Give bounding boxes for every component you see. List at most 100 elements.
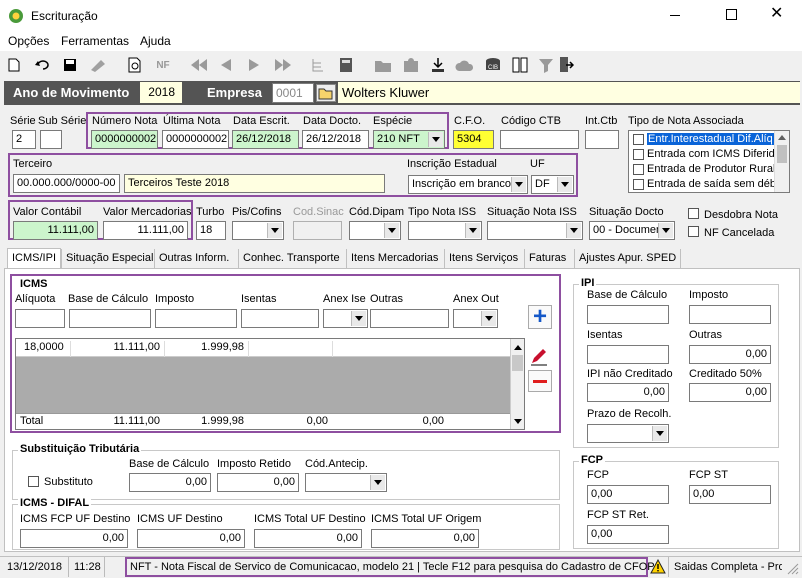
especie-select[interactable]: 210 NFT [373, 130, 445, 149]
ipi-outras-field[interactable]: 0,00 [689, 345, 771, 364]
list-item[interactable]: Entrada de saída sem débi [631, 178, 774, 192]
scrollbar[interactable] [774, 131, 789, 192]
list-item-label: Entrada de saída sem débi [647, 178, 774, 190]
tipo-iss-select[interactable] [408, 221, 482, 240]
grid-scrollbar[interactable] [510, 339, 524, 429]
scroll-down-icon[interactable] [514, 419, 522, 424]
piscofins-select[interactable] [232, 221, 284, 240]
desdobra-checkbox[interactable] [688, 208, 699, 219]
base-calculo-input[interactable] [69, 309, 151, 328]
subserie-field[interactable] [40, 130, 62, 149]
empresa-code-field[interactable]: 0001 [272, 83, 314, 103]
situacao-docto-select[interactable]: 00 - Documen [589, 221, 675, 240]
turbo-field[interactable]: 18 [196, 221, 226, 240]
icms-grid[interactable]: 18,0000 11.111,00 1.999,98 Total 11.111,… [15, 338, 525, 430]
list-item[interactable]: Entr.Interestadual Dif.Alíq [631, 133, 774, 147]
tipo-nota-list[interactable]: Entr.Interestadual Dif.Alíq Entrada com … [628, 130, 790, 193]
tab-situacao-especial[interactable]: Situação Especial [61, 249, 157, 268]
menu-opcoes[interactable]: Opções [8, 34, 49, 48]
nf-cancelada-checkbox[interactable] [688, 226, 699, 237]
checkbox[interactable] [633, 164, 644, 175]
scroll-thumb[interactable] [512, 355, 523, 371]
especie-value: 210 NFT [377, 133, 420, 145]
data-escrit-field[interactable]: 26/12/2018 [232, 130, 299, 149]
codigo-ctb-field[interactable] [500, 130, 579, 149]
maximize-button[interactable] [726, 9, 737, 20]
st-imposto-field[interactable]: 0,00 [217, 473, 299, 492]
cfo-field[interactable]: 5304 [453, 130, 494, 149]
tab-itens-mercadorias[interactable]: Itens Mercadorias [346, 249, 442, 268]
minimize-button[interactable] [670, 8, 684, 22]
substituto-checkbox[interactable] [28, 476, 39, 487]
ie-select[interactable]: Inscrição em branco [408, 175, 528, 194]
difal-total-orig-field[interactable]: 0,00 [371, 529, 479, 548]
calculator-icon[interactable] [336, 55, 356, 75]
aliquota-input[interactable] [15, 309, 65, 328]
difal-uf-dest-field[interactable]: 0,00 [137, 529, 245, 548]
scroll-up-icon[interactable] [778, 135, 786, 140]
exit-icon[interactable] [556, 55, 576, 75]
preview-icon[interactable] [126, 55, 144, 75]
list-item[interactable]: Entrada com ICMS Diferido [631, 148, 774, 162]
resize-grip-icon[interactable] [786, 562, 800, 576]
ipi-base-field[interactable] [587, 305, 669, 324]
valor-contabil-field[interactable]: 11.111,00 [13, 221, 98, 240]
st-base-field[interactable]: 0,00 [129, 473, 211, 492]
anex-ise-select[interactable] [323, 309, 368, 328]
ipi-cred50-field[interactable]: 0,00 [689, 383, 771, 402]
tab-itens-servicos[interactable]: Itens Serviços [444, 249, 522, 268]
menu-ajuda[interactable]: Ajuda [140, 34, 171, 48]
db-icon[interactable]: CIB [482, 55, 504, 75]
tab-outras-inform[interactable]: Outras Inform. [154, 249, 233, 268]
imposto-input[interactable] [155, 309, 237, 328]
st-cod-select[interactable] [305, 473, 387, 492]
scroll-thumb[interactable] [777, 145, 787, 163]
menu-ferramentas[interactable]: Ferramentas [61, 34, 129, 48]
coddipam-select[interactable] [349, 221, 401, 240]
fcp-st-ret-field[interactable]: 0,00 [587, 525, 669, 544]
fcp-st-field[interactable]: 0,00 [689, 485, 771, 504]
ipi-title: IPI [579, 277, 597, 289]
open-folder-icon[interactable] [316, 84, 336, 102]
difal-fcp-dest-field[interactable]: 0,00 [20, 529, 128, 548]
data-docto-field[interactable]: 26/12/2018 [302, 130, 369, 149]
ipi-imposto-field[interactable] [689, 305, 771, 324]
import-icon[interactable] [428, 55, 448, 75]
ano-field[interactable]: 2018 [140, 82, 182, 103]
columns-icon[interactable] [510, 55, 530, 75]
tab-ajustes-sped[interactable]: Ajustes Apur. SPED [574, 249, 682, 268]
ipi-prazo-select[interactable] [587, 424, 669, 443]
checkbox[interactable] [633, 149, 644, 160]
close-button[interactable]: ✕ [770, 6, 783, 22]
list-item[interactable]: Entrada de Produtor Rural [631, 163, 774, 177]
table-row[interactable]: 18,0000 11.111,00 1.999,98 [16, 339, 510, 357]
terceiro-cnpj-field[interactable]: 00.000.000/0000-00 [13, 174, 120, 193]
tab-faturas[interactable]: Faturas [524, 249, 570, 268]
anex-out-select[interactable] [453, 309, 498, 328]
valor-merc-field[interactable]: 11.111,00 [103, 221, 188, 240]
edit-icon[interactable] [528, 345, 552, 367]
checkbox[interactable] [633, 134, 644, 145]
ipi-nao-cred-field[interactable]: 0,00 [587, 383, 669, 402]
ipi-isentas-field[interactable] [587, 345, 669, 364]
scroll-up-icon[interactable] [514, 345, 522, 350]
uf-select[interactable]: DF [531, 175, 574, 194]
save-icon[interactable] [62, 55, 78, 75]
int-ctb-field[interactable] [585, 130, 619, 149]
tab-icms-ipi[interactable]: ICMS/IPI [7, 248, 62, 268]
new-file-icon[interactable] [6, 55, 22, 75]
remove-icon[interactable] [528, 370, 552, 392]
fcp-field[interactable]: 0,00 [587, 485, 669, 504]
serie-field[interactable]: 2 [12, 130, 36, 149]
numero-nota-field[interactable]: 0000000002 [91, 130, 158, 149]
undo-icon[interactable] [34, 55, 52, 75]
difal-total-orig-label: ICMS Total UF Origem [371, 513, 482, 525]
difal-total-dest-field[interactable]: 0,00 [254, 529, 362, 548]
situacao-iss-select[interactable] [487, 221, 583, 240]
checkbox[interactable] [633, 179, 644, 190]
ultima-nota-field: 0000000002 [162, 130, 229, 149]
outras-input[interactable] [370, 309, 449, 328]
isentas-input[interactable] [241, 309, 319, 328]
add-icon[interactable]: + [528, 305, 552, 329]
tab-conhec-transporte[interactable]: Conhec. Transporte [238, 249, 344, 268]
